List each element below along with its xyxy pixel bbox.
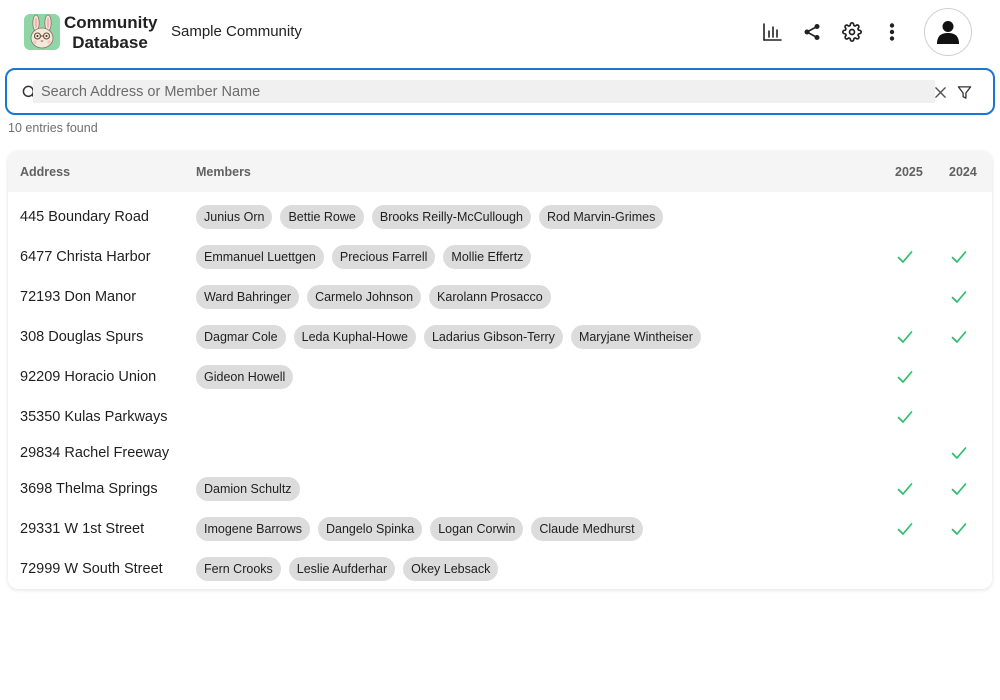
member-chip[interactable]: Dagmar Cole	[196, 325, 286, 349]
address-cell: 92209 Horacio Union	[20, 369, 157, 385]
members-cell: Imogene Barrows Dangelo Spinka Logan Corwi…	[196, 517, 643, 541]
rabbit-logo-icon	[24, 14, 60, 50]
members-cell: Dagmar Cole Leda Kuphal-Howe Ladarius Gibs…	[196, 325, 701, 349]
column-header-members[interactable]: Members	[196, 165, 251, 179]
more-vertical-icon[interactable]	[880, 20, 904, 44]
member-chip[interactable]: Mollie Effertz	[443, 245, 532, 269]
table-row[interactable]: 308 Douglas Spurs Dagmar Cole Leda Kuphal-…	[8, 321, 992, 353]
table-row[interactable]: 6477 Christa Harbor Emmanuel Luettgen Prec…	[8, 241, 992, 273]
table-row[interactable]: 72999 W South Street Fern Crooks Leslie Au…	[8, 553, 992, 585]
check-icon	[951, 331, 967, 343]
table-row[interactable]: 35350 Kulas Parkways	[8, 401, 992, 433]
check-icon	[897, 523, 913, 535]
table-row[interactable]: 3698 Thelma Springs Damion Schultz	[8, 473, 992, 505]
address-cell: 72193 Don Manor	[20, 289, 137, 305]
members-cell: Ward Bahringer Carmelo Johnson Karolann Pr…	[196, 285, 551, 309]
avatar[interactable]	[924, 8, 972, 56]
address-cell: 308 Douglas Spurs	[20, 329, 144, 345]
member-chip[interactable]: Junius Orn	[196, 205, 273, 229]
bar-chart-icon[interactable]	[760, 20, 784, 44]
address-cell: 445 Boundary Road	[20, 209, 149, 225]
members-cell: Junius Orn Bettie Rowe Brooks Reilly-McCul…	[196, 205, 664, 229]
member-chip[interactable]: Okey Lebsack	[403, 557, 499, 581]
member-chip[interactable]: Maryjane Wintheiser	[570, 325, 701, 349]
member-chip[interactable]: Karolann Prosacco	[429, 285, 551, 309]
search-input[interactable]	[33, 80, 935, 103]
close-icon[interactable]	[932, 84, 948, 100]
address-cell: 3698 Thelma Springs	[20, 481, 158, 497]
check-icon	[951, 447, 967, 459]
member-chip[interactable]: Brooks Reilly-McCullough	[371, 205, 531, 229]
table-row[interactable]: 92209 Horacio Union Gideon Howell	[8, 361, 992, 393]
column-header-2024[interactable]: 2024	[949, 165, 977, 179]
gear-icon[interactable]	[840, 20, 864, 44]
filter-icon[interactable]	[955, 83, 973, 101]
member-chip[interactable]: Claude Medhurst	[531, 517, 643, 541]
person-icon	[937, 21, 959, 44]
members-cell: Emmanuel Luettgen Precious Farrell Mollie …	[196, 245, 532, 269]
check-icon	[897, 371, 913, 383]
brand-line1: Community	[64, 13, 158, 32]
check-icon	[951, 483, 967, 495]
member-chip[interactable]: Ladarius Gibson-Terry	[423, 325, 563, 349]
check-icon	[951, 523, 967, 535]
brand-line2: Database	[72, 33, 148, 52]
search-bar	[5, 68, 995, 115]
address-cell: 35350 Kulas Parkways	[20, 409, 168, 425]
table-row[interactable]: 72193 Don Manor Ward Bahringer Carmelo Joh…	[8, 281, 992, 313]
address-cell: 29331 W 1st Street	[20, 521, 145, 537]
member-chip[interactable]: Precious Farrell	[331, 245, 436, 269]
members-cell: Gideon Howell	[196, 365, 294, 389]
table-row[interactable]: 29331 W 1st Street Imogene Barrows Dangelo…	[8, 513, 992, 545]
member-chip[interactable]: Fern Crooks	[196, 557, 281, 581]
member-chip[interactable]: Dangelo Spinka	[317, 517, 423, 541]
member-chip[interactable]: Logan Corwin	[430, 517, 524, 541]
member-chip[interactable]: Carmelo Johnson	[307, 285, 422, 309]
member-chip[interactable]: Gideon Howell	[196, 365, 294, 389]
member-chip[interactable]: Damion Schultz	[196, 477, 300, 501]
app-header: Community Database Sample Community	[0, 0, 1000, 64]
address-cell: 29834 Rachel Freeway	[20, 445, 170, 461]
check-icon	[897, 331, 913, 343]
member-chip[interactable]: Emmanuel Luettgen	[196, 245, 324, 269]
search-input-box	[33, 80, 935, 103]
member-chip[interactable]: Leda Kuphal-Howe	[293, 325, 416, 349]
table-row[interactable]: 445 Boundary Road Junius Orn Bettie Rowe Br…	[8, 201, 992, 233]
check-icon	[897, 483, 913, 495]
table-row[interactable]: 29834 Rachel Freeway	[8, 437, 992, 469]
check-icon	[897, 411, 913, 423]
results-table: Address Members 2025 2024 445 Boundary R…	[8, 151, 992, 589]
address-cell: 6477 Christa Harbor	[20, 249, 151, 265]
share-icon[interactable]	[800, 20, 824, 44]
members-cell: Damion Schultz	[196, 477, 300, 501]
check-icon	[951, 291, 967, 303]
check-icon	[897, 251, 913, 263]
community-name: Sample Community	[171, 23, 302, 40]
member-chip[interactable]: Leslie Aufderhar	[288, 557, 396, 581]
member-chip[interactable]: Imogene Barrows	[196, 517, 310, 541]
member-chip[interactable]: Bettie Rowe	[280, 205, 364, 229]
app-brand: Community Database	[64, 13, 158, 53]
member-chip[interactable]: Ward Bahringer	[196, 285, 300, 309]
table-header: Address Members 2025 2024	[8, 151, 992, 192]
entries-count: 10 entries found	[8, 121, 98, 135]
member-chip[interactable]: Rod Marvin-Grimes	[538, 205, 664, 229]
column-header-2025[interactable]: 2025	[895, 165, 923, 179]
check-icon	[951, 251, 967, 263]
address-cell: 72999 W South Street	[20, 561, 163, 577]
column-header-address[interactable]: Address	[20, 165, 70, 179]
members-cell: Fern Crooks Leslie Aufderhar Okey Lebsack	[196, 557, 499, 581]
